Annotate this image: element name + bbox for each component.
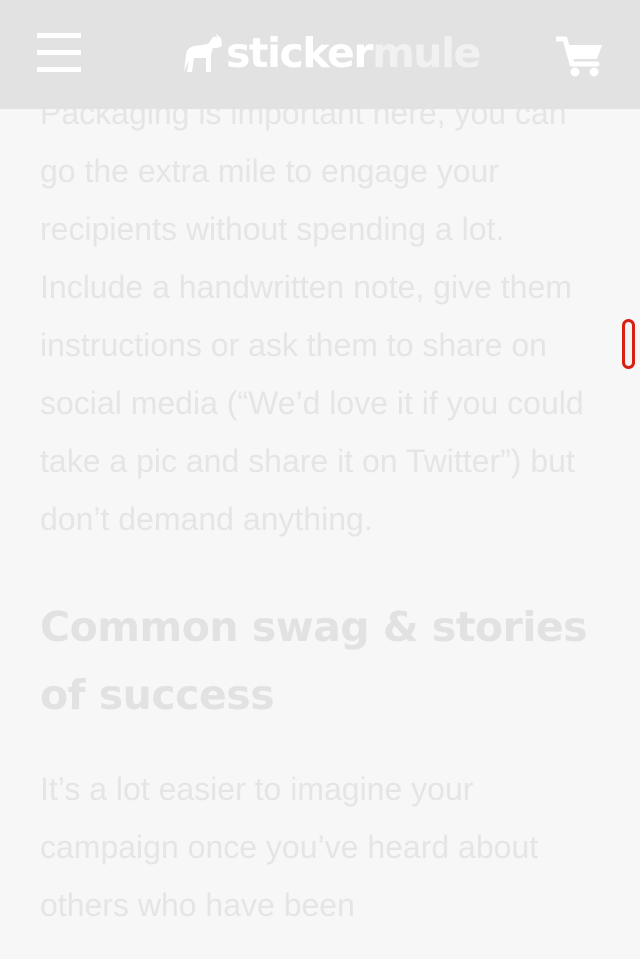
stickermule-logo[interactable]: sticker mule — [180, 29, 481, 77]
page: Packaging is important here, you can go … — [0, 0, 640, 959]
logo-text-sticker: sticker — [226, 29, 374, 77]
section-heading: Common swag & stories of success — [40, 603, 588, 719]
mule-icon — [184, 34, 222, 72]
shopping-cart-icon[interactable] — [556, 36, 604, 78]
site-header: sticker mule — [0, 0, 640, 109]
logo-text-mule: mule — [372, 29, 481, 77]
hamburger-menu-icon[interactable] — [37, 33, 81, 73]
article-content: Packaging is important here, you can go … — [40, 84, 610, 934]
side-tab-widget[interactable] — [622, 319, 635, 369]
article-paragraph: Packaging is important here, you can go … — [40, 95, 584, 537]
article-paragraph: It’s a lot easier to imagine your campai… — [40, 771, 539, 923]
